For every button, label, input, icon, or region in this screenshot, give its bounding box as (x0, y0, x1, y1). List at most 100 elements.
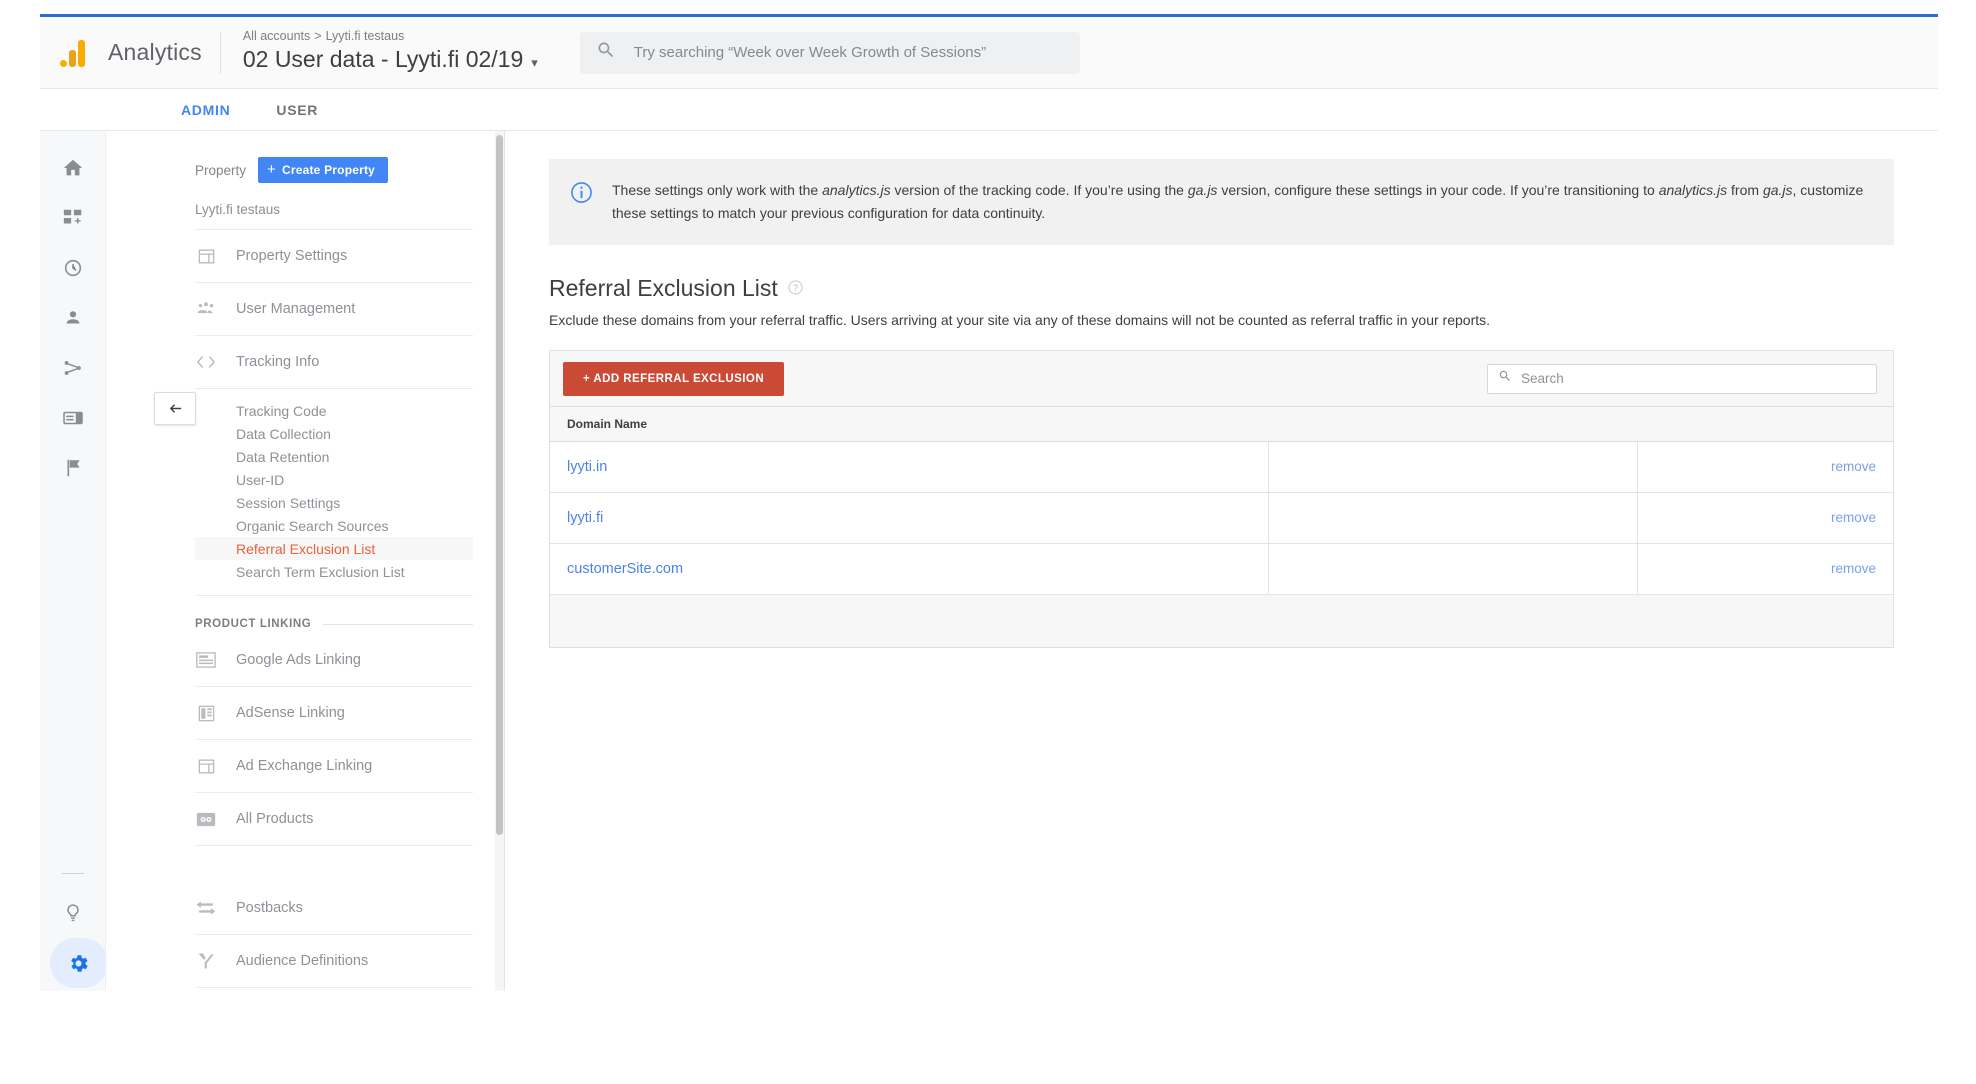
help-circle-icon[interactable] (787, 275, 804, 302)
cell-mid (1268, 492, 1639, 544)
home-icon[interactable] (47, 143, 99, 193)
ad-exchange-icon (195, 757, 217, 776)
product-linking-label: PRODUCT LINKING (195, 618, 312, 630)
sidebar-item-label: Tracking Info (236, 354, 320, 370)
referral-exclusion-table: Domain Name lyyti.in remove lyyti.fi rem… (550, 407, 1893, 595)
customization-icon[interactable] (47, 193, 99, 243)
rail-bottom-group (40, 873, 108, 988)
sidebar-subitem-referral-exclusion-list[interactable]: Referral Exclusion List (195, 537, 473, 560)
sidebar-subitem-search-term-exclusion-list[interactable]: Search Term Exclusion List (195, 560, 473, 583)
sidebar-item-ad-exchange-linking[interactable]: Ad Exchange Linking (195, 740, 473, 793)
sidebar-item-label: Google Ads Linking (236, 652, 361, 668)
nav-scrollbar[interactable] (495, 131, 504, 991)
breadcrumb-root[interactable]: All accounts (243, 29, 310, 43)
remove-link[interactable]: remove (1831, 459, 1876, 474)
property-settings-nav: Property + Create Property Lyyti.fi test… (106, 131, 505, 991)
acquisition-share-icon[interactable] (47, 343, 99, 393)
table-header-row: Domain Name (550, 407, 1893, 442)
main-content: These settings only work with the analyt… (505, 131, 1938, 991)
sidebar-item-property-settings[interactable]: Property Settings (195, 230, 473, 283)
sidebar-subitem-user-id[interactable]: User-ID (195, 468, 473, 491)
discover-bulb-icon[interactable] (47, 888, 99, 938)
tab-user[interactable]: USER (276, 89, 318, 131)
property-selector[interactable]: 02 User data - Lyyti.fi 02/19 ▾ (243, 44, 538, 78)
sidebar-subitem-data-retention[interactable]: Data Retention (195, 445, 473, 468)
table-search-input[interactable] (1521, 371, 1866, 386)
search-icon (596, 40, 616, 65)
page-title: Referral Exclusion List (549, 275, 1894, 302)
sidebar-subitem-organic-search-sources[interactable]: Organic Search Sources (195, 514, 473, 537)
table-head: Domain Name (550, 407, 1893, 442)
sidebar-item-label: User Management (236, 301, 356, 317)
property-settings-icon (195, 247, 217, 266)
sidebar-subitem-data-collection[interactable]: Data Collection (195, 422, 473, 445)
left-rail (40, 131, 108, 991)
column-header-domain-name[interactable]: Domain Name (550, 407, 1269, 442)
domain-link[interactable]: lyyti.fi (567, 510, 603, 526)
referral-exclusion-panel: + ADD REFERRAL EXCLUSION Domain Name (549, 350, 1894, 648)
audience-definitions-icon (195, 951, 217, 971)
create-property-button[interactable]: + Create Property (258, 157, 389, 183)
add-referral-exclusion-button[interactable]: + ADD REFERRAL EXCLUSION (563, 361, 785, 396)
sidebar-item-label: AdSense Linking (236, 705, 345, 721)
sidebar-item-audience-definitions[interactable]: Audience Definitions (195, 935, 473, 988)
domain-link[interactable]: customerSite.com (567, 561, 683, 577)
sidebar-item-label: Audience Definitions (236, 953, 369, 969)
brand-name: Analytics (108, 39, 202, 65)
domain-link[interactable]: lyyti.in (567, 459, 607, 475)
conversions-flag-icon[interactable] (47, 443, 99, 493)
analytics-logo-icon[interactable] (40, 17, 106, 89)
sidebar-item-all-products[interactable]: All Products (195, 793, 473, 846)
table-body: lyyti.in remove lyyti.fi remove customer… (550, 441, 1893, 595)
plus-icon: + (267, 161, 276, 178)
audience-person-icon[interactable] (47, 293, 99, 343)
property-label: Property (195, 162, 247, 178)
rail-divider (61, 873, 84, 874)
admin-gear-icon[interactable] (49, 938, 108, 988)
info-banner: These settings only work with the analyt… (549, 159, 1894, 245)
behavior-display-icon[interactable] (47, 393, 99, 443)
analytics-app-window: Analytics All accounts > Lyyti.fi testaus … (40, 14, 1938, 991)
page-title-text: Referral Exclusion List (549, 275, 778, 301)
cell-domain: customerSite.com (550, 543, 1269, 595)
google-ads-icon (195, 652, 217, 668)
adsense-icon (195, 704, 217, 723)
sidebar-item-label: Ad Exchange Linking (236, 758, 373, 774)
sidebar-item-user-management[interactable]: User Management (195, 283, 473, 336)
breadcrumb-account[interactable]: Lyyti.fi testaus (326, 29, 405, 43)
table-search[interactable] (1487, 363, 1877, 394)
sidebar-subitem-tracking-code[interactable]: Tracking Code (195, 399, 473, 422)
sidebar-subitem-session-settings[interactable]: Session Settings (195, 491, 473, 514)
remove-link[interactable]: remove (1831, 510, 1876, 525)
tab-admin[interactable]: ADMIN (181, 89, 230, 131)
screenshot-root: Analytics All accounts > Lyyti.fi testaus … (0, 0, 1976, 1084)
sidebar-item-adsense-linking[interactable]: AdSense Linking (195, 687, 473, 740)
info-banner-text: These settings only work with the analyt… (612, 179, 1872, 225)
back-arrow-icon[interactable] (154, 392, 196, 425)
sidebar-item-google-ads-linking[interactable]: Google Ads Linking (195, 634, 473, 687)
sidebar-item-tracking-info[interactable]: Tracking Info (195, 336, 473, 389)
section-rule (323, 623, 473, 625)
info-icon (569, 180, 594, 225)
cell-action: remove (1637, 441, 1893, 493)
table-row: customerSite.com remove (550, 543, 1893, 595)
global-search[interactable] (579, 31, 1080, 74)
body-area: Property + Create Property Lyyti.fi test… (40, 131, 1938, 991)
code-brackets-icon (195, 353, 217, 371)
postbacks-icon (195, 899, 217, 917)
remove-link[interactable]: remove (1831, 561, 1876, 576)
sidebar-item-label: Postbacks (236, 900, 303, 916)
search-icon (1498, 369, 1512, 388)
breadcrumb[interactable]: All accounts > Lyyti.fi testaus (243, 28, 538, 44)
realtime-clock-icon[interactable] (47, 243, 99, 293)
global-search-input[interactable] (633, 44, 1064, 61)
nav-scrollbar-thumb[interactable] (496, 135, 503, 835)
sidebar-item-postbacks[interactable]: Postbacks (195, 882, 473, 935)
account-block[interactable]: All accounts > Lyyti.fi testaus 02 User da… (243, 28, 538, 78)
table-row: lyyti.in remove (550, 441, 1893, 493)
chevron-down-icon: ▾ (531, 54, 538, 70)
cell-mid (1268, 543, 1639, 595)
sidebar-item-label: Property Settings (236, 248, 348, 264)
top-bar: Analytics All accounts > Lyyti.fi testaus … (40, 17, 1938, 89)
